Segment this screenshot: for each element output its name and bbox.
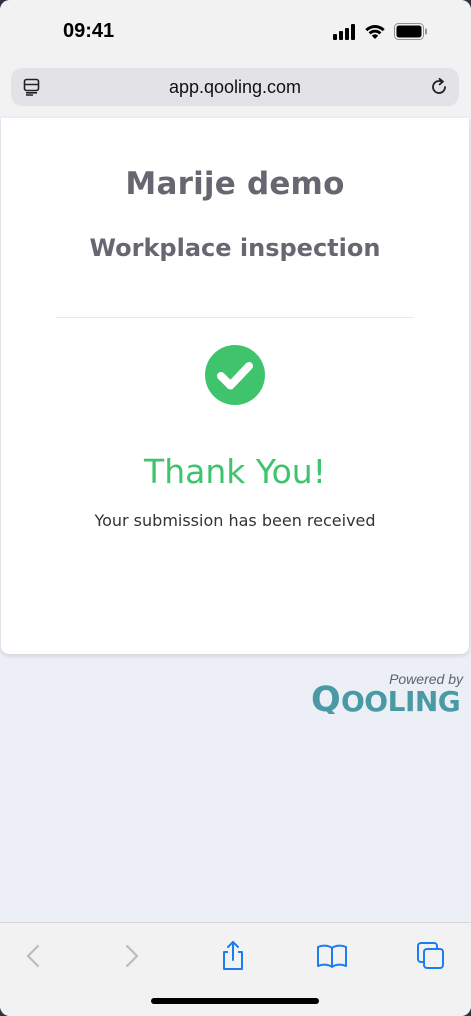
status-time: 09:41 — [63, 20, 115, 42]
form-subtitle: Workplace inspection — [89, 234, 381, 262]
svg-text:OOLING: OOLING — [341, 685, 460, 714]
thank-you-heading: Thank You! — [144, 452, 326, 491]
signal-icon — [333, 24, 355, 40]
page-title: Marije demo — [125, 166, 345, 202]
svg-text:Q: Q — [311, 680, 340, 714]
status-bar: 09:41 — [0, 0, 471, 62]
browser-address-area: app.qooling.com — [0, 62, 471, 116]
tabs-icon[interactable] — [414, 939, 448, 973]
bookmarks-icon[interactable] — [315, 939, 349, 973]
url-text[interactable]: app.qooling.com — [11, 68, 459, 106]
battery-icon — [394, 23, 427, 40]
back-chevron-icon[interactable] — [16, 939, 50, 973]
share-icon[interactable] — [216, 939, 250, 973]
phone-screen: 09:41 app.qooling.com Marije demo Workpl… — [0, 0, 471, 1016]
wifi-icon — [365, 25, 385, 39]
check-circle-icon — [205, 345, 265, 405]
submission-message: Your submission has been received — [94, 511, 376, 530]
submission-card: Marije demo Workplace inspection Thank Y… — [1, 118, 469, 654]
home-indicator[interactable] — [151, 998, 319, 1004]
forward-chevron-icon[interactable] — [115, 939, 149, 973]
address-bar[interactable]: app.qooling.com — [11, 68, 459, 106]
divider — [56, 317, 414, 318]
qooling-logo[interactable]: Q OOLING — [311, 680, 467, 714]
reload-icon[interactable] — [429, 77, 449, 97]
